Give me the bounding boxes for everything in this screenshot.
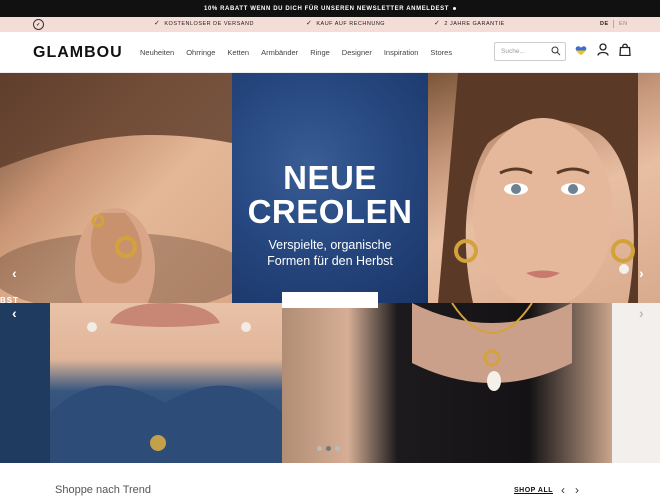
hero-headline-line: NEUE xyxy=(283,159,377,196)
check-icon: ✓ xyxy=(154,20,161,27)
site-header: GLAMBOU Neuheiten Ohrringe Ketten Armbän… xyxy=(0,32,660,73)
nav-item-stores[interactable]: Stores xyxy=(430,48,452,57)
usp-item-label: KOSTENLOSER DE VERSAND xyxy=(164,21,254,27)
slider-dot[interactable] xyxy=(335,446,340,451)
hero-image-portrait xyxy=(428,73,660,303)
shop-all-link[interactable]: SHOP ALL xyxy=(514,487,553,494)
hero-image-ear-earrings xyxy=(0,73,232,303)
hero-subline-line: Formen für den Herbst xyxy=(267,254,393,268)
hero-headline: NEUE CREOLEN xyxy=(232,161,428,229)
necklace-illustration xyxy=(412,303,572,391)
account-icon[interactable] xyxy=(597,43,609,56)
slider-dot-active[interactable] xyxy=(326,446,331,451)
hero-prev-arrow-icon[interactable]: ‹ xyxy=(12,265,17,281)
usp-item-label: 2 JAHRE GARANTIE xyxy=(444,21,505,27)
hero-slider[interactable]: NEUE CREOLEN Verspielte, organische Form… xyxy=(0,73,660,463)
guarantee-badge-icon: ✓ xyxy=(33,19,44,30)
search-input[interactable]: Suche... xyxy=(494,42,566,61)
language-separator xyxy=(613,20,614,28)
hero-image-necklace xyxy=(282,303,612,463)
trend-next-icon[interactable]: › xyxy=(575,483,579,497)
search-icon[interactable] xyxy=(551,46,561,56)
hero-headline-line: CREOLEN xyxy=(247,193,413,230)
usp-item-label: KAUF AUF RECHNUNG xyxy=(316,21,386,27)
nav-item-ringe[interactable]: Ringe xyxy=(310,48,330,57)
main-nav: Neuheiten Ohrringe Ketten Armbänder Ring… xyxy=(140,48,464,57)
hero-image-side-denim xyxy=(0,303,50,463)
portrait-illustration xyxy=(438,73,638,303)
dot-icon xyxy=(452,7,456,10)
hero-subline-line: Verspielte, organische xyxy=(268,238,392,252)
check-icon: ✓ xyxy=(306,20,313,27)
hero-cta-button[interactable] xyxy=(282,292,378,308)
trend-title: Shoppe nach Trend xyxy=(55,484,152,496)
slider-dot[interactable] xyxy=(317,446,322,451)
secondary-prev-arrow-icon[interactable]: ‹ xyxy=(12,305,17,321)
logo[interactable]: GLAMBOU xyxy=(33,44,123,62)
announcement-bar[interactable]: 10% RABATT WENN DU DICH FÜR UNSEREN NEWS… xyxy=(0,0,660,17)
nav-item-ohrringe[interactable]: Ohrringe xyxy=(186,48,215,57)
hero-image-light xyxy=(612,303,660,463)
usp-item-shipping: ✓ KOSTENLOSER DE VERSAND xyxy=(154,20,254,27)
slider-dots xyxy=(317,446,340,451)
trend-section: Shoppe nach Trend SHOP ALL ‹ › xyxy=(0,463,660,497)
search-placeholder: Suche... xyxy=(501,48,525,55)
nav-item-ketten[interactable]: Ketten xyxy=(227,48,249,57)
hero-next-arrow-icon[interactable]: › xyxy=(639,265,644,281)
language-de[interactable]: DE xyxy=(600,21,609,27)
hero-subline: Verspielte, organische Formen für den He… xyxy=(232,237,428,269)
announcement-text: 10% RABATT WENN DU DICH FÜR UNSEREN NEWS… xyxy=(204,5,449,12)
usp-bar: ✓ ✓ KOSTENLOSER DE VERSAND ✓ KAUF AUF RE… xyxy=(0,17,660,32)
nav-item-armbaender[interactable]: Armbänder xyxy=(261,48,298,57)
usp-item-warranty: ✓ 2 JAHRE GARANTIE xyxy=(434,20,505,27)
secondary-next-arrow-icon[interactable]: › xyxy=(639,305,644,321)
nav-item-designer[interactable]: Designer xyxy=(342,48,372,57)
shopping-bag-icon[interactable] xyxy=(619,43,631,56)
nav-item-inspiration[interactable]: Inspiration xyxy=(384,48,419,57)
nav-item-neuheiten[interactable]: Neuheiten xyxy=(140,48,174,57)
hero-image-denim-jacket xyxy=(50,303,282,463)
language-en[interactable]: EN xyxy=(619,21,628,27)
side-slide-label: BST xyxy=(0,296,19,305)
trend-prev-icon[interactable]: ‹ xyxy=(561,483,565,497)
heart-icon[interactable] xyxy=(575,45,587,56)
jacket-illustration xyxy=(50,303,282,463)
usp-item-invoice: ✓ KAUF AUF RECHNUNG xyxy=(306,20,386,27)
ear-illustration xyxy=(0,73,232,303)
check-icon: ✓ xyxy=(434,20,441,27)
